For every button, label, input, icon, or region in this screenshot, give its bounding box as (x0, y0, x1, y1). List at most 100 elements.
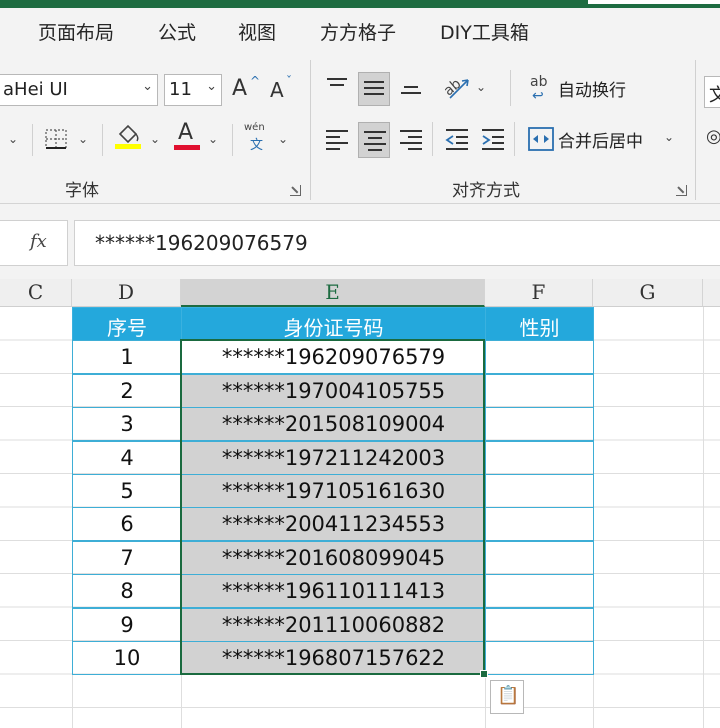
column-header-e[interactable]: E (181, 279, 485, 307)
gender-cell[interactable] (485, 574, 594, 609)
chevron-down-icon: ⌄ (78, 132, 89, 146)
formula-input[interactable]: ******196209076579 (74, 220, 720, 266)
align-center-button[interactable] (358, 122, 390, 158)
column-header-g[interactable]: G (593, 279, 703, 307)
tab-diy-toolbox[interactable]: DIY工具箱 (440, 18, 529, 45)
row-number-cell[interactable]: 2 (72, 373, 182, 408)
align-right-button[interactable] (396, 122, 426, 156)
row-number-cell[interactable]: 10 (72, 641, 182, 675)
column-header-d[interactable]: D (72, 279, 181, 307)
insert-function-button[interactable]: fx (0, 220, 68, 266)
caret-up-icon: ^ (250, 74, 261, 88)
formula-bar: fx ******196209076579 (0, 204, 720, 279)
gender-cell[interactable] (485, 407, 594, 442)
ribbon-home: aHei UI ⌄ 11 ⌄ A ^ A ˇ ⌄ ⌄ ⌄ A ⌄ wén 文 ⌄… (0, 54, 720, 204)
orientation-button[interactable]: ab ⌄ (440, 72, 490, 104)
font-name-combo[interactable]: aHei UI ⌄ (0, 74, 158, 106)
id-number-cell[interactable]: ******201608099045 (181, 540, 486, 575)
increase-indent-button[interactable] (478, 122, 508, 156)
row-number-cell[interactable]: 7 (72, 540, 182, 575)
merge-cells-icon (528, 127, 554, 151)
gender-cell[interactable] (485, 373, 594, 408)
row-number-cell[interactable]: 6 (72, 507, 182, 542)
number-format-button[interactable]: ◎ (704, 124, 720, 154)
chevron-down-icon: ⌄ (142, 79, 153, 94)
align-top-icon (327, 78, 347, 90)
table-header-cell[interactable]: 身份证号码 (181, 307, 486, 341)
phonetic-guide-button[interactable]: wén 文 ⌄ (242, 120, 294, 156)
align-bottom-button[interactable] (396, 72, 426, 106)
gender-cell[interactable] (485, 540, 594, 575)
fill-handle[interactable] (480, 670, 488, 678)
wrap-text-label: 自动换行 (558, 81, 626, 101)
align-left-button[interactable] (322, 122, 352, 156)
row-number-cell[interactable]: 9 (72, 607, 182, 642)
decrease-indent-icon (445, 129, 468, 150)
borders-button[interactable]: ⌄ (42, 124, 94, 156)
font-shrink-icon: A (270, 78, 284, 102)
tab-formulas[interactable]: 公式 (158, 18, 196, 45)
id-number-cell[interactable]: ******200411234553 (181, 507, 486, 542)
font-dialog-launcher-icon[interactable] (290, 185, 301, 196)
excel-window: 页面布局 公式 视图 方方格子 DIY工具箱 aHei UI ⌄ 11 ⌄ A … (0, 0, 720, 728)
decrease-font-size-button[interactable]: A ˇ (268, 74, 298, 106)
caret-down-icon: ˇ (286, 74, 292, 88)
tab-page-layout[interactable]: 页面布局 (38, 18, 114, 45)
align-middle-button[interactable] (358, 72, 390, 106)
align-top-button[interactable] (322, 72, 352, 102)
font-color-icon: A (178, 120, 194, 145)
row-number-cell[interactable]: 8 (72, 574, 182, 609)
tab-view[interactable]: 视图 (238, 18, 276, 45)
row-number-cell[interactable]: 4 (72, 440, 182, 475)
quick-analysis-button[interactable]: 📋 (490, 680, 524, 714)
column-header-f[interactable]: F (485, 279, 593, 307)
table-header-cell[interactable]: 性别 (485, 307, 594, 341)
column-header-h[interactable] (703, 279, 720, 307)
id-number-cell[interactable]: ******196807157622 (181, 641, 486, 675)
id-number-cell[interactable]: ******201508109004 (181, 407, 486, 442)
id-number-cell[interactable]: ******197105161630 (181, 474, 486, 508)
gender-cell[interactable] (485, 440, 594, 475)
group-label-font: 字体 (65, 181, 99, 201)
chevron-down-icon: ⌄ (150, 132, 161, 146)
wrap-text-button[interactable]: ab ↩ 自动换行 (526, 72, 646, 104)
number-format-value: 文 (709, 85, 720, 106)
increase-indent-icon (482, 129, 504, 150)
row-number-cell[interactable]: 1 (72, 340, 182, 375)
decrease-indent-button[interactable] (442, 122, 472, 156)
fill-color-button[interactable]: ⌄ (112, 120, 164, 156)
align-left-icon (326, 130, 348, 154)
clipboard-lightning-icon: 📋 (497, 685, 520, 706)
text-orientation-icon: ab (442, 76, 469, 99)
column-header-c[interactable]: C (0, 279, 72, 307)
gender-cell[interactable] (485, 340, 594, 375)
id-number-cell[interactable]: ******196209076579 (181, 340, 486, 375)
gender-cell[interactable] (485, 641, 594, 675)
alignment-dialog-launcher-icon[interactable] (676, 185, 687, 196)
font-color-button[interactable]: A ⌄ (172, 120, 224, 156)
id-number-cell[interactable]: ******196110111413 (181, 574, 486, 609)
fx-icon: fx (30, 231, 47, 252)
id-number-cell[interactable]: ******201110060882 (181, 607, 486, 642)
font-size-combo[interactable]: 11 ⌄ (164, 74, 222, 106)
row-number-cell[interactable]: 5 (72, 474, 182, 508)
tab-fangfang-gezi[interactable]: 方方格子 (320, 18, 396, 45)
font-size-value: 11 (169, 79, 192, 100)
borders-icon (45, 129, 67, 149)
merge-center-button[interactable]: 合并后居中 ⌄ (526, 122, 686, 156)
id-number-cell[interactable]: ******197004105755 (181, 373, 486, 408)
wrap-arrow-icon: ↩ (532, 88, 544, 104)
table-header-cell[interactable]: 序号 (72, 307, 182, 341)
gender-cell[interactable] (485, 474, 594, 508)
chevron-down-icon[interactable]: ⌄ (8, 132, 18, 146)
increase-font-size-button[interactable]: A ^ (230, 74, 262, 106)
number-format-combo[interactable]: 文 (704, 76, 720, 108)
id-number-cell[interactable]: ******197211242003 (181, 440, 486, 475)
chevron-down-icon: ⌄ (208, 132, 219, 146)
chevron-down-icon: ⌄ (206, 79, 217, 94)
row-number-cell[interactable]: 3 (72, 407, 182, 442)
gender-cell[interactable] (485, 507, 594, 542)
group-label-alignment: 对齐方式 (452, 181, 520, 201)
paint-bucket-icon (115, 124, 141, 149)
gender-cell[interactable] (485, 607, 594, 642)
